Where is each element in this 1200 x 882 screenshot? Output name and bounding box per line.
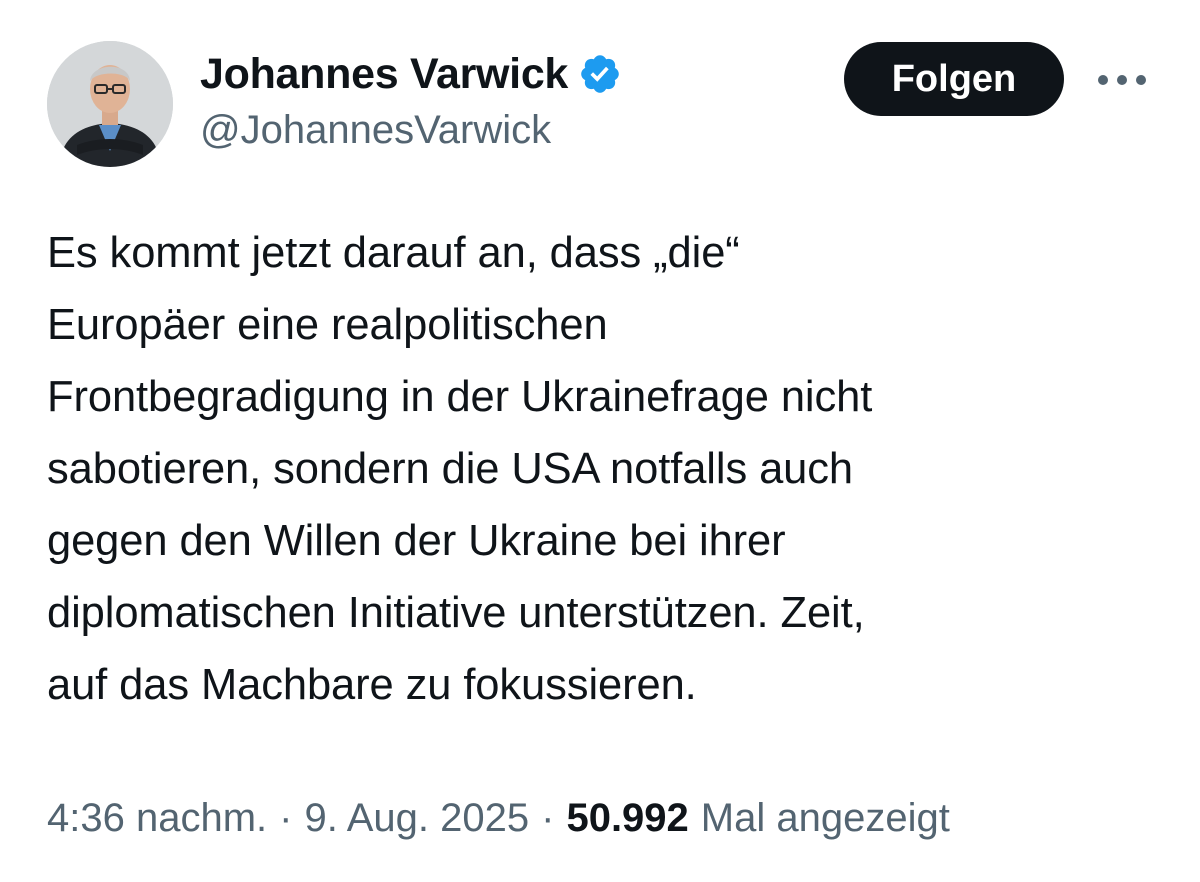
views-label: Mal angezeigt	[700, 796, 950, 840]
tweet-text: Es kommt jetzt darauf an, dass „die“ Eur…	[47, 229, 873, 709]
display-name[interactable]: Johannes Varwick	[200, 50, 568, 99]
verified-badge-icon[interactable]	[578, 52, 622, 96]
tweet-time[interactable]: 4:36 nachm.	[47, 796, 267, 841]
tweet-date[interactable]: 9. Aug. 2025	[304, 796, 529, 841]
meta-separator: ·	[279, 796, 293, 840]
author-handle[interactable]: @JohannesVarwick	[200, 108, 622, 153]
views-count: 50.992	[566, 796, 689, 840]
meta-separator: ·	[541, 796, 555, 840]
display-name-row: Johannes Varwick	[200, 46, 622, 102]
avatar-photo	[47, 41, 173, 167]
more-dots-icon	[1098, 75, 1146, 85]
more-options-button[interactable]	[1094, 60, 1150, 100]
author-info: Johannes Varwick @JohannesVarwick	[200, 46, 622, 153]
tweet-header: Johannes Varwick @JohannesVarwick Folgen	[0, 0, 1200, 200]
follow-button[interactable]: Folgen	[844, 42, 1064, 116]
avatar[interactable]	[47, 41, 173, 167]
tweet-meta: 4:36 nachm. · 9. Aug. 2025 · 50.992 Mal …	[47, 796, 950, 841]
